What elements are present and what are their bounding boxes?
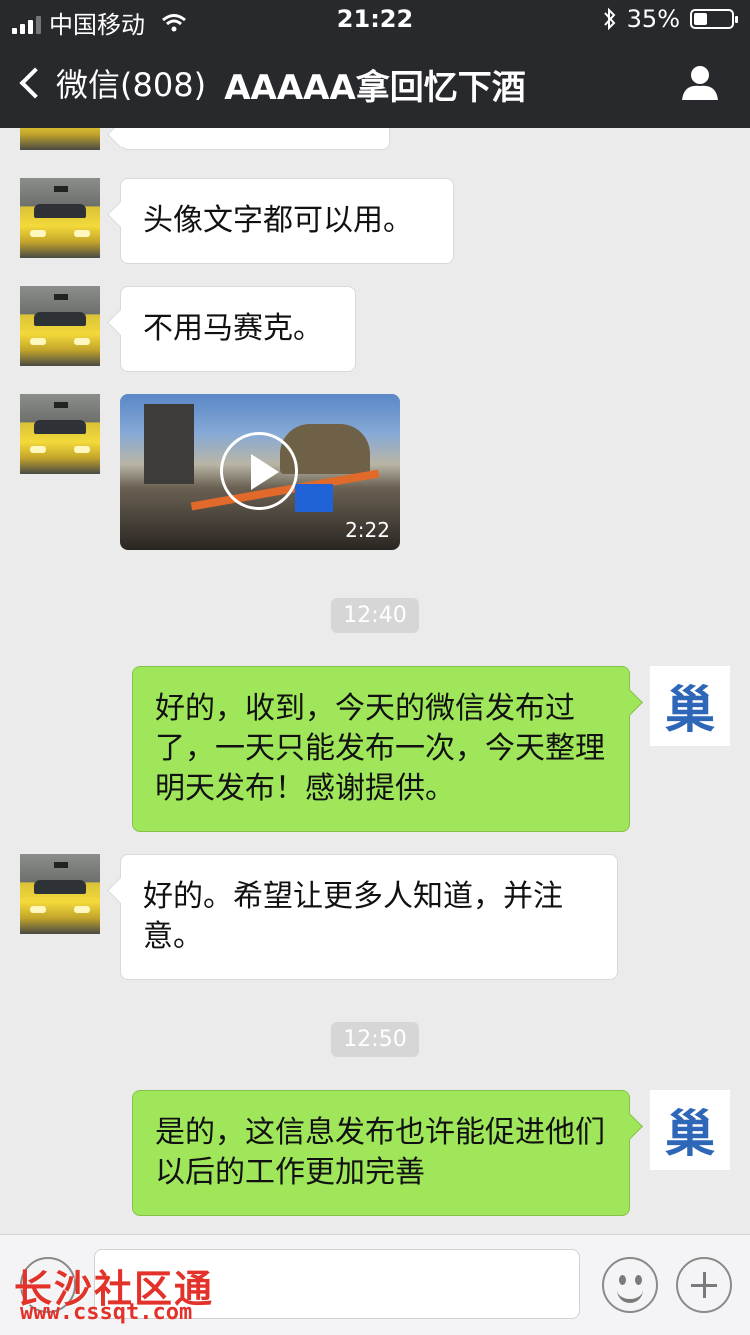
message-bubble[interactable]: 好的。希望让更多人知道，并注意。 (120, 854, 618, 980)
avatar[interactable] (20, 286, 100, 366)
status-right: 35% (603, 5, 738, 33)
battery-percent: 35% (626, 5, 680, 33)
avatar[interactable] (20, 128, 100, 150)
play-icon[interactable] (220, 432, 298, 510)
video-duration: 2:22 (345, 518, 390, 542)
battery-icon (690, 9, 738, 29)
watermark-url: www.cssqt.com (20, 1300, 193, 1325)
timestamp: 12:50 (0, 1022, 750, 1057)
message-text: 好的，收到，今天的微信发布过了，一天只能发布一次，今天整理明天发布！感谢提供。 (155, 691, 605, 806)
video-message[interactable]: 2:22 (120, 394, 400, 550)
message-bubble-self[interactable]: 是的，这信息发布也许能促进他们以后的工作更加完善 (132, 1090, 630, 1216)
status-bar: 中国移动 21:22 35% (0, 0, 750, 40)
message-text: 不用马赛克。 (143, 311, 323, 346)
add-button[interactable] (676, 1257, 732, 1313)
chat-area[interactable]: 头像文字都可以用。 不用马赛克。 2:22 12:40 好的，收到，今天的微信发… (0, 128, 750, 1234)
avatar[interactable] (20, 394, 100, 474)
message-text: 头像文字都可以用。 (143, 203, 413, 238)
timestamp-label: 12:40 (331, 598, 419, 633)
bluetooth-icon (603, 7, 616, 31)
avatar[interactable] (20, 854, 100, 934)
message-text: 好的。希望让更多人知道，并注意。 (143, 879, 563, 954)
avatar[interactable] (20, 178, 100, 258)
chat-title: AAAAA拿回忆下酒 (224, 68, 526, 108)
message-bubble-partial[interactable] (120, 128, 390, 150)
avatar-self-char: 巢 (665, 680, 715, 739)
avatar-self[interactable]: 巢 (650, 1090, 730, 1170)
message-bubble[interactable]: 头像文字都可以用。 (120, 178, 454, 264)
emoji-button[interactable] (602, 1257, 658, 1313)
avatar-self-char: 巢 (665, 1104, 715, 1163)
profile-icon[interactable] (680, 62, 720, 102)
message-bubble[interactable]: 不用马赛克。 (120, 286, 356, 372)
timestamp: 12:40 (0, 598, 750, 633)
timestamp-label: 12:50 (331, 1022, 419, 1057)
nav-bar: 微信(808) AAAAA拿回忆下酒 (0, 40, 750, 128)
message-bubble-self[interactable]: 好的，收到，今天的微信发布过了，一天只能发布一次，今天整理明天发布！感谢提供。 (132, 666, 630, 832)
avatar-self[interactable]: 巢 (650, 666, 730, 746)
message-text: 是的，这信息发布也许能促进他们以后的工作更加完善 (155, 1115, 605, 1190)
